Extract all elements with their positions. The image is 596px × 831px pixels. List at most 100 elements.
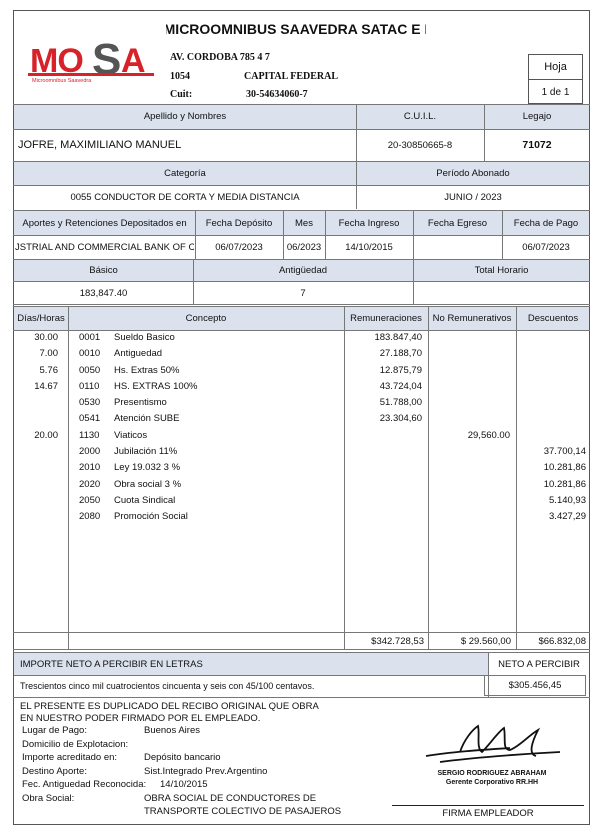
- company-postal-code: 1054: [170, 70, 190, 82]
- item-row: 0530 Presentismo 51.788,00: [14, 395, 590, 411]
- deposit-date: 06/07/2023: [215, 242, 263, 253]
- footer-field-label: Destino Aporte:: [22, 765, 87, 777]
- item-deduction: 5.140,93: [549, 494, 586, 506]
- item-code: 0001: [79, 332, 101, 343]
- item-code: 1130: [79, 429, 100, 441]
- footer-field-value: Sist.Integrado Prev.Argentino: [144, 765, 268, 777]
- item-deduction: 10.281,86: [543, 478, 586, 490]
- footer-field-value: TRANSPORTE COLECTIVO DE PASAJEROS: [144, 806, 342, 817]
- basic-value: 183,847.40: [79, 287, 128, 299]
- footer-field: Obra Social: OBRA SOCIAL DE CONDUCTORES D…: [22, 792, 402, 806]
- net-words: Trescientos cinco mil cuatrocientos cinc…: [20, 681, 315, 691]
- pay-date-label: Fecha de Pago: [513, 217, 579, 229]
- item-code: 2050: [79, 494, 101, 506]
- items-list: 30.00 0001 Sueldo Basico 183.847,40 7.00 0010…: [14, 330, 590, 526]
- exit-date: [413, 236, 502, 259]
- item-remuneration: 27.188,70: [379, 348, 422, 360]
- seniority-value: 7: [300, 287, 306, 299]
- item-quantity: 7.00: [39, 348, 59, 360]
- item-code: 0530: [79, 397, 101, 409]
- item-quantity: 20.00: [34, 429, 58, 441]
- days-hours-header: Días/Horas: [17, 312, 65, 324]
- item-quantity: 30.00: [34, 332, 58, 343]
- item-row: 0541 Atención SUBE 23.304,60: [14, 411, 590, 427]
- item-description: Cuota Sindical: [114, 494, 176, 506]
- cuil-label: C.U.I.L.: [403, 111, 437, 122]
- net-label: NETO A PERCIBIR: [498, 658, 580, 670]
- item-row: 2000 Jubilación 11% 37.700,14: [14, 444, 590, 460]
- footer-fields: Lugar de Pago: Buenos Aires Domicilio de E…: [22, 724, 402, 819]
- month-value: 06/2023: [286, 242, 322, 253]
- legajo-label: Legajo: [522, 111, 552, 122]
- item-row: 14.67 0110 HS. EXTRAS 100% 43.724,04: [14, 379, 590, 395]
- item-code: 0010: [79, 348, 101, 360]
- footer-field-value: 14/10/2015: [160, 779, 208, 790]
- company-cuit: 30-54634060-7: [246, 88, 308, 100]
- item-description: Presentismo: [114, 397, 167, 409]
- total-no-remun: $ 29.560,00: [460, 635, 511, 647]
- notice-line-2: EN NUESTRO PODER FIRMADO POR EL EMPLEADO…: [20, 712, 261, 724]
- signature-image: [420, 722, 580, 770]
- item-row: 2080 Promoción Social 3.427,29: [14, 509, 590, 525]
- item-code: 0110: [79, 380, 100, 392]
- signature-label: FIRMA EMPLEADOR: [442, 807, 534, 819]
- item-code: 2080: [79, 511, 101, 523]
- item-row: 5.76 0050 Hs. Extras 50% 12.875,79: [14, 363, 590, 379]
- company-city: CAPITAL FEDERAL: [244, 70, 338, 82]
- cuit-label: Cuit:: [170, 88, 193, 100]
- item-code: 2000: [79, 446, 101, 458]
- footer-field: Domicilio de Explotacion:: [22, 738, 402, 752]
- item-row: 2050 Cuota Sindical 5.140,93: [14, 493, 590, 509]
- employee-cuil: 20-30850665-8: [387, 139, 453, 151]
- hire-date: 14/10/2015: [345, 242, 393, 253]
- company-name: MICROOMNIBUS SAAVEDRA SATAC E I: [166, 21, 426, 37]
- footer-field-value: OBRA SOCIAL DE CONDUCTORES DE: [144, 792, 317, 804]
- item-description: Obra social 3 %: [114, 478, 182, 490]
- item-deduction: 10.281,86: [543, 462, 586, 474]
- item-remuneration: 183.847,40: [374, 332, 422, 343]
- item-remuneration: 12.875,79: [379, 364, 422, 376]
- footer-field-value: Depósito bancario: [144, 752, 221, 763]
- item-row: 20.00 1130 Viaticos 29,560.00: [14, 428, 590, 444]
- employee-legajo: 71072: [522, 139, 552, 151]
- footer-field-label: Importe acreditado en:: [22, 752, 118, 763]
- signer-title: Gerente Corporativo RR.HH: [445, 778, 539, 786]
- item-deduction: 3.427,29: [549, 511, 586, 523]
- net-amount: $305.456,45: [508, 680, 562, 691]
- deposit-bank-label: Aportes y Retenciones Depositados en: [22, 217, 187, 229]
- item-description: Atención SUBE: [114, 413, 180, 425]
- notice-line-1: EL PRESENTE ES DUPLICADO DEL RECIBO ORIG…: [20, 700, 319, 712]
- footer-field-label: Domicilio de Explotacion:: [22, 738, 129, 750]
- deductions-header: Descuentos: [527, 312, 579, 324]
- logo-subtext: Microomnibus Saavedra: [32, 78, 92, 84]
- footer-field-label: Fec. Antiguedad Reconocida:: [22, 779, 147, 790]
- total-hours-value: [413, 282, 590, 304]
- hire-date-label: Fecha Ingreso: [338, 217, 400, 229]
- employee-name: JOFRE, MAXIMILIANO MANUEL: [18, 139, 182, 151]
- deposit-date-label: Fecha Depósito: [205, 217, 273, 229]
- employee-category: 0055 CONDUCTOR DE CORTA Y MEDIA DISTANCI…: [70, 191, 300, 203]
- footer-field: Fec. Antiguedad Reconocida: 14/10/2015: [22, 778, 402, 792]
- footer-field: TRANSPORTE COLECTIVO DE PASAJEROS: [22, 805, 402, 819]
- total-hours-label: Total Horario: [474, 265, 529, 276]
- sheet-label: Hoja: [529, 55, 582, 80]
- item-deduction: 37.700,14: [543, 446, 586, 458]
- item-row: 2010 Ley 19.032 3 % 10.281,86: [14, 460, 590, 476]
- footer-field-value: Buenos Aires: [144, 725, 200, 736]
- item-quantity: 5.76: [39, 364, 59, 376]
- item-remuneration: 43.724,04: [379, 380, 422, 392]
- footer-field-label: Lugar de Pago:: [22, 725, 87, 736]
- total-remun: $342.728,53: [371, 635, 424, 647]
- company-logo: MO S A Microomnibus Saavedra: [28, 35, 158, 88]
- footer-field: Lugar de Pago: Buenos Aires: [22, 724, 402, 738]
- period-value: JUNIO / 2023: [444, 191, 502, 203]
- item-description: HS. EXTRAS 100%: [114, 380, 198, 392]
- pay-date: 06/07/2023: [522, 242, 570, 253]
- no-remun-header: No Remunerativos: [432, 312, 512, 324]
- sheet-box: Hoja 1 de 1: [528, 54, 583, 104]
- period-label: Período Abonado: [436, 168, 510, 179]
- sheet-number: 1 de 1: [541, 86, 570, 98]
- item-remuneration: 23.304,60: [379, 413, 422, 425]
- deposit-bank: JSTRIAL AND COMMERCIAL BANK OF CI: [15, 242, 194, 253]
- item-row: 30.00 0001 Sueldo Basico 183.847,40: [14, 330, 590, 346]
